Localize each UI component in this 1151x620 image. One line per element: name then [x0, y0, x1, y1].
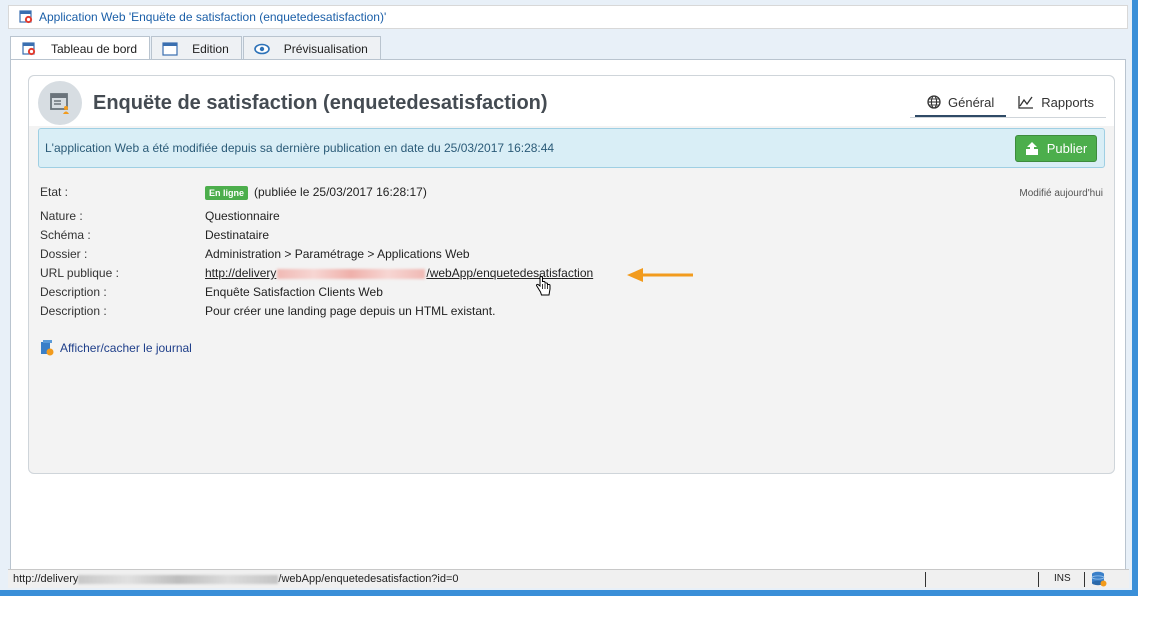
status-separator	[925, 572, 926, 587]
detail-value: Enquête Satisfaction Clients Web	[205, 285, 383, 299]
detail-row-description-2: Description : Pour créer une landing pag…	[40, 304, 495, 318]
status-url-suffix: /webApp/enquetedesatisfaction?id=0	[278, 573, 459, 585]
url-prefix: http://delivery	[205, 266, 277, 280]
tab-general[interactable]: Général	[915, 89, 1007, 117]
detail-row-state: Etat : En ligne (publiée le 25/03/2017 16…	[40, 185, 427, 200]
detail-value: En ligne (publiée le 25/03/2017 16:28:17)	[205, 185, 427, 200]
status-bar: http://delivery/webApp/enquetedesatisfac…	[8, 569, 1129, 588]
tab-label: Prévisualisation	[283, 41, 368, 56]
tab-label: Edition	[192, 41, 229, 56]
globe-icon	[927, 95, 941, 109]
detail-row-nature: Nature : Questionnaire	[40, 209, 280, 223]
detail-row-folder: Dossier : Administration > Paramétrage >…	[40, 247, 470, 261]
eye-icon	[253, 42, 270, 56]
window-titlebar: Application Web 'Enquëte de satisfaction…	[8, 5, 1128, 29]
redacted-host	[277, 268, 426, 279]
editor-tabs: Tableau de bord Edition Prévisualisation	[10, 36, 382, 61]
tab-edition[interactable]: Edition	[151, 36, 242, 60]
webapp-icon	[19, 10, 33, 24]
database-icon[interactable]	[1091, 571, 1107, 587]
chart-line-icon	[1018, 96, 1034, 109]
dashboard-panel: Enquëte de satisfaction (enquetedesatisf…	[10, 59, 1126, 570]
redacted-host	[78, 574, 279, 584]
status-separator	[1084, 572, 1085, 587]
tab-tableau-de-bord[interactable]: Tableau de bord	[10, 36, 151, 61]
tab-previsualisation[interactable]: Prévisualisation	[242, 36, 381, 60]
toggle-journal-link[interactable]: Afficher/cacher le journal	[40, 340, 192, 356]
detail-row-description: Description : Enquête Satisfaction Clien…	[40, 285, 383, 299]
status-separator	[1038, 572, 1039, 587]
tab-label: Tableau de bord	[51, 42, 138, 56]
callout-arrow-icon	[627, 268, 693, 282]
application-window: Application Web 'Enquëte de satisfaction…	[0, 0, 1138, 596]
view-tabs: Général Rapports	[915, 89, 1106, 117]
modified-status: Modifié aujourd'hui	[1019, 188, 1103, 199]
webapp-card: Enquëte de satisfaction (enquetedesatisf…	[28, 75, 1115, 474]
detail-label: Schéma :	[40, 228, 91, 242]
page-title: Enquëte de satisfaction (enquetedesatisf…	[93, 92, 548, 114]
journal-label: Afficher/cacher le journal	[60, 341, 192, 355]
url-suffix: /webApp/enquetedesatisfaction	[426, 266, 594, 280]
upload-icon	[1025, 141, 1038, 155]
modification-banner: L'application Web a été modifiée depuis …	[38, 128, 1105, 168]
detail-label: Description :	[40, 304, 107, 318]
publish-label: Publier	[1046, 141, 1088, 156]
window-icon	[162, 41, 178, 56]
status-badge: En ligne	[205, 185, 249, 200]
detail-label: Nature :	[40, 209, 83, 223]
detail-label: URL publique :	[40, 266, 119, 280]
status-url-prefix: http://delivery	[13, 573, 79, 585]
tab-label: Général	[948, 94, 995, 110]
detail-value: Pour créer une landing page depuis un HT…	[205, 304, 496, 318]
detail-row-url: URL publique : http://delivery/webApp/en…	[40, 266, 593, 280]
insert-mode-indicator: INS	[1054, 573, 1071, 584]
published-date: (publiée le 25/03/2017 16:28:17)	[254, 185, 427, 199]
publish-button[interactable]: Publier	[1015, 135, 1097, 162]
detail-label: Etat :	[40, 185, 69, 199]
detail-row-schema: Schéma : Destinataire	[40, 228, 269, 242]
tab-label: Rapports	[1041, 94, 1094, 110]
form-icon	[50, 93, 69, 114]
view-tabs-divider	[910, 117, 1106, 118]
card-header: Enquëte de satisfaction (enquetedesatisf…	[29, 76, 1114, 126]
window-title: Application Web 'Enquëte de satisfaction…	[39, 10, 387, 24]
banner-message: L'application Web a été modifiée depuis …	[45, 141, 555, 155]
detail-label: Dossier :	[40, 247, 88, 261]
journal-icon	[41, 340, 54, 356]
tab-rapports[interactable]: Rapports	[1006, 89, 1106, 117]
status-url: http://delivery/webApp/enquetedesatisfac…	[8, 573, 459, 585]
detail-value: Questionnaire	[205, 209, 280, 223]
webapp-avatar	[38, 81, 82, 125]
detail-value: Administration > Paramétrage > Applicati…	[205, 247, 470, 261]
hand-cursor-icon	[535, 276, 551, 296]
detail-value: Destinataire	[205, 228, 270, 242]
detail-label: Description :	[40, 285, 107, 299]
webapp-icon	[21, 42, 37, 56]
